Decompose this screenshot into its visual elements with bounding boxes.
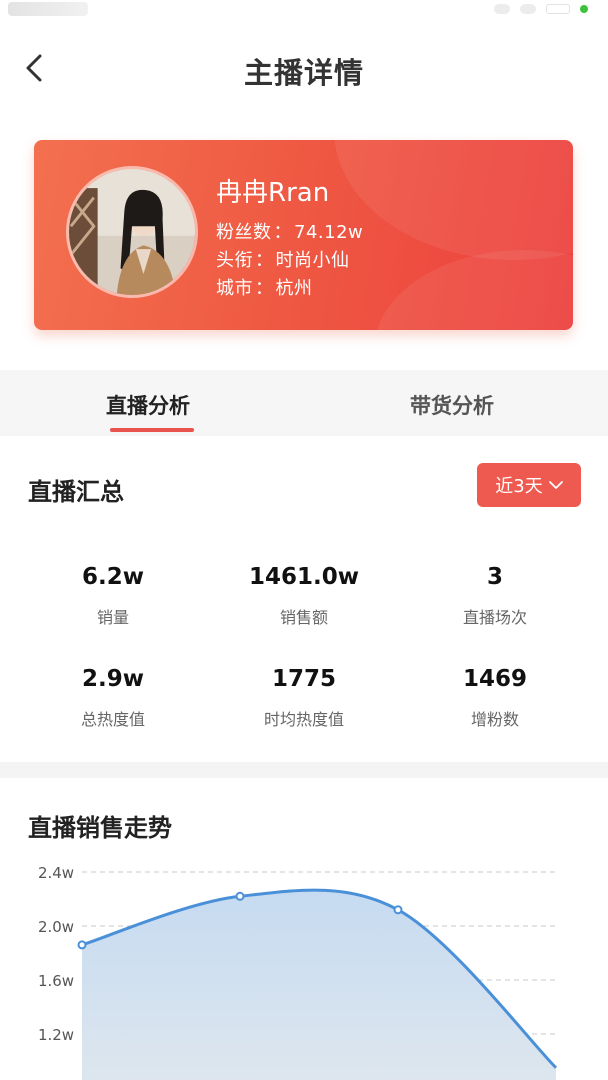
data-point[interactable] [393,905,403,915]
chevron-down-icon [548,481,563,489]
city-line: 城市：杭州 [216,278,313,299]
avatar-photo [69,169,195,295]
date-range-dropdown[interactable]: 近3天 [477,463,581,507]
y-tick-label: 2.4w [38,864,74,882]
sales-trend-section: 直播销售走势 2.4w 2.0w 1.6w 1.2w [0,778,608,1080]
status-bar [0,0,608,22]
stat-total-heat: 2.9w 总热度值 [80,666,145,729]
trend-title: 直播销售走势 [28,814,172,842]
page-title: 主播详情 [243,56,364,90]
anchor-title-line: 头衔：时尚小仙 [216,250,350,271]
wifi-icon [520,4,536,14]
anchor-profile-card: 冉冉Rran 粉丝数： 74.12w 头衔：时尚小仙 城市：杭州 [34,140,573,330]
sales-trend-chart: 2.4w 2.0w 1.6w 1.2w [38,864,558,1080]
battery-icon [546,4,570,14]
tab-goods-analysis[interactable]: 带货分析 [410,390,494,420]
fans-count-value: 74.12w [294,222,364,243]
avatar [66,166,198,298]
header: 主播详情 [0,22,608,118]
status-time [8,2,88,16]
y-tick-label: 2.0w [38,918,74,936]
analysis-tabs: 直播分析 带货分析 [0,370,608,436]
stat-hourly-heat: 1775 时均热度值 [263,666,344,729]
date-range-label: 近3天 [495,476,543,497]
city-value: 杭州 [275,278,313,299]
data-point[interactable] [77,940,87,950]
signal-icon [494,4,510,14]
stat-sales-amount: 1461.0w 销售额 [248,564,359,627]
y-tick-label: 1.6w [38,972,74,990]
data-point[interactable] [235,891,245,901]
stat-new-fans: 1469 增粉数 [462,666,527,729]
y-tick-label: 1.2w [38,1026,74,1044]
anchor-name: 冉冉Rran [216,178,330,208]
anchor-detail-page: 主播详情 冉冉Rran 粉丝数： 74.12w 头衔 ： 时尚小仙 城市 ： 杭… [0,0,608,1080]
anchor-title-value: 时尚小仙 [275,250,350,271]
summary-title: 直播汇总 [28,478,124,506]
stat-live-sessions: 3 直播场次 [462,564,527,627]
charging-dot-icon [580,5,588,13]
active-tab-indicator [110,428,194,432]
live-summary-section: 直播汇总 近3天 6.2w 销量 1461.0w 销售额 3 直播场次 2.9w… [0,436,608,762]
fans-count-line: 粉丝数： 74.12w [216,222,364,243]
tab-live-analysis[interactable]: 直播分析 [106,390,190,420]
stat-sales-volume: 6.2w 销量 [82,564,144,627]
